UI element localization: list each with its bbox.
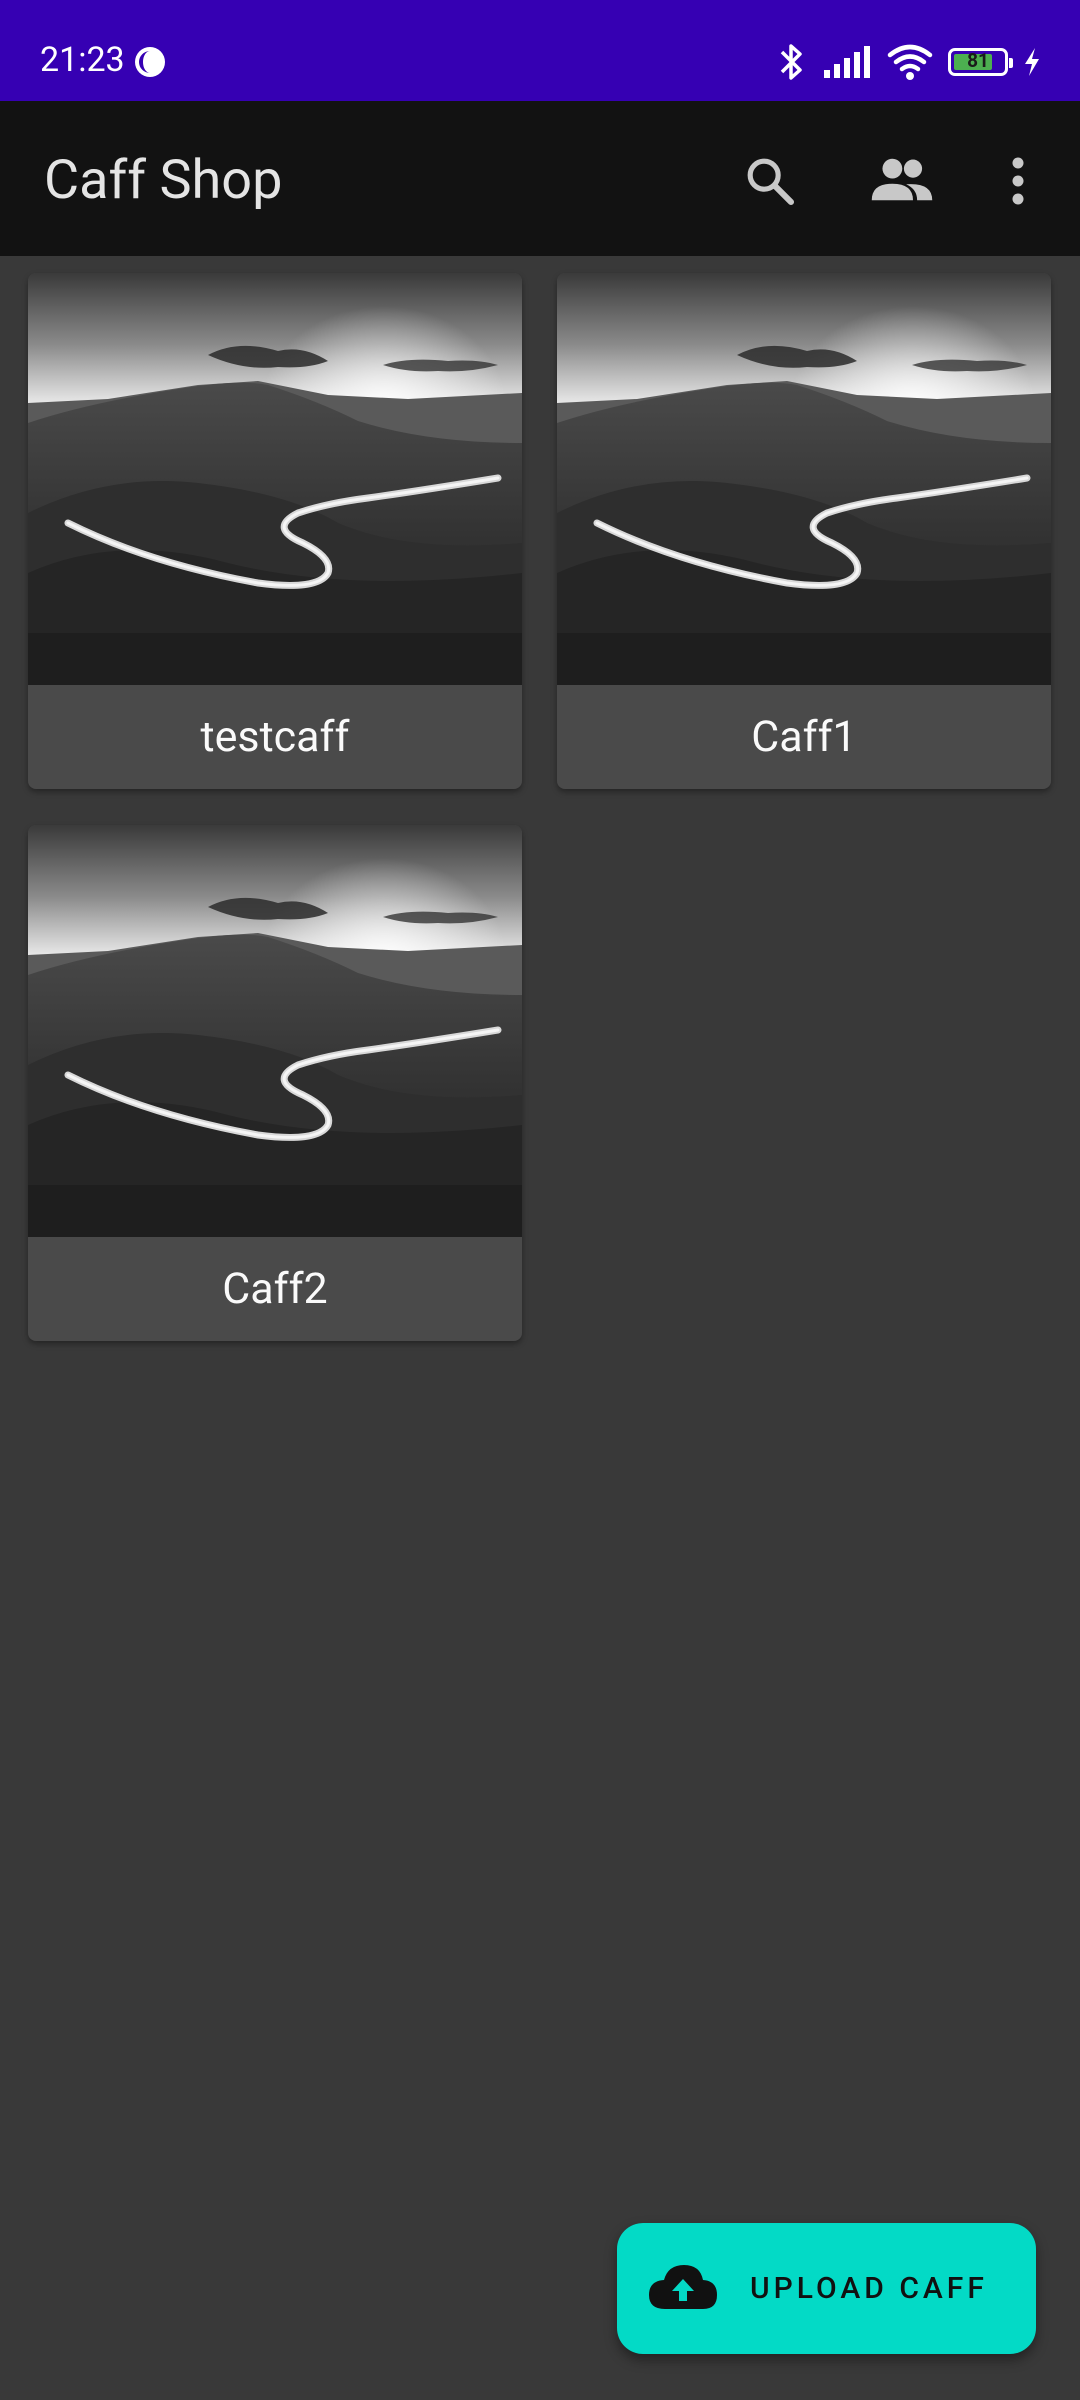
status-bar: 21:23 81 <box>0 0 1080 101</box>
moon-icon <box>135 47 165 77</box>
more-vert-icon <box>1012 157 1024 205</box>
caff-preview-image <box>557 273 1051 685</box>
status-time: 21:23 <box>40 40 125 80</box>
battery-level: 81 <box>967 49 989 72</box>
battery-icon: 81 <box>948 48 1013 76</box>
charging-icon <box>1025 48 1039 76</box>
caff-card[interactable]: testcaff <box>28 273 522 789</box>
wifi-icon <box>887 44 933 80</box>
upload-caff-label: UPLOAD CAFF <box>750 2271 988 2306</box>
search-icon <box>747 158 795 206</box>
search-button[interactable] <box>734 145 806 217</box>
people-icon <box>871 158 933 201</box>
caff-card[interactable]: Caff2 <box>28 825 522 1341</box>
caff-title: Caff1 <box>751 712 857 762</box>
signal-icon <box>824 46 870 78</box>
upload-caff-button[interactable]: UPLOAD CAFF <box>617 2223 1036 2354</box>
more-options-button[interactable] <box>982 145 1054 217</box>
caff-preview-image <box>28 273 522 685</box>
app-title: Caff Shop <box>44 149 283 212</box>
cloud-upload-icon <box>649 2265 717 2309</box>
caff-card[interactable]: Caff1 <box>557 273 1051 789</box>
caff-preview-image <box>28 825 522 1237</box>
app-bar: Caff Shop <box>0 101 1080 256</box>
bluetooth-icon <box>780 44 802 80</box>
caff-title: testcaff <box>200 712 350 762</box>
users-button[interactable] <box>866 145 938 217</box>
status-icons: 81 <box>774 40 1042 84</box>
caff-title: Caff2 <box>222 1264 328 1314</box>
